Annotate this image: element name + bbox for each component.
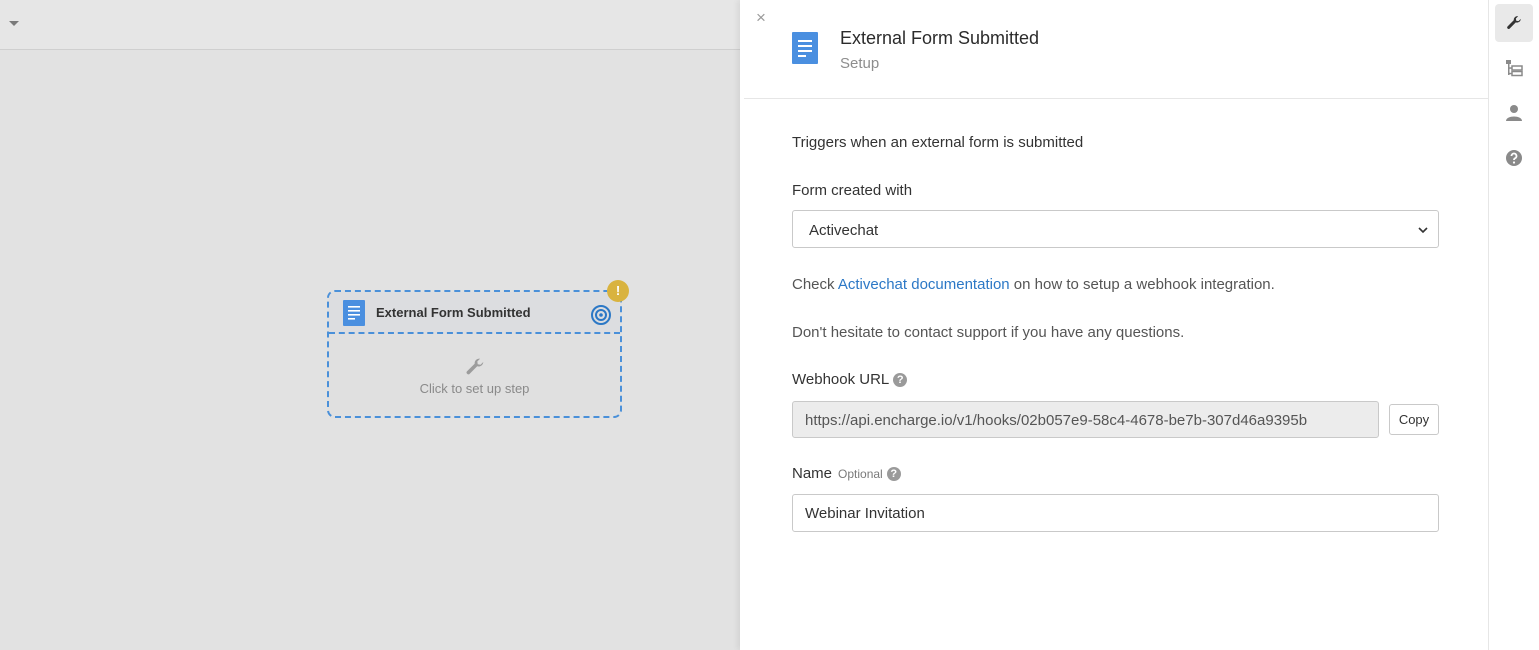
copy-button[interactable]: Copy xyxy=(1389,404,1439,435)
documentation-link[interactable]: Activechat documentation xyxy=(838,276,1010,293)
name-field[interactable]: Webinar Invitation xyxy=(792,494,1439,532)
help-icon xyxy=(1506,150,1522,166)
step-card[interactable]: External Form Submitted ! Click to set u… xyxy=(327,280,629,418)
trigger-description: Triggers when an external form is submit… xyxy=(792,134,1084,151)
rail-settings-button[interactable] xyxy=(1495,4,1533,42)
rail-user-button[interactable] xyxy=(1495,94,1533,132)
help-icon[interactable]: ? xyxy=(893,373,908,387)
webhook-url-label: Webhook URL? xyxy=(792,371,908,388)
tree-icon xyxy=(1506,60,1523,77)
right-icon-rail xyxy=(1488,0,1539,650)
rail-help-button[interactable] xyxy=(1495,139,1533,177)
document-icon xyxy=(792,32,818,64)
documentation-text: Check Activechat documentation on how to… xyxy=(792,276,1275,293)
wrench-icon xyxy=(1507,16,1521,29)
support-text: Don't hesitate to contact support if you… xyxy=(792,324,1185,341)
form-provider-selected: Activechat xyxy=(809,222,879,239)
canvas-toolbar xyxy=(0,0,740,50)
name-label: Name Optional? xyxy=(792,465,901,482)
document-icon xyxy=(343,300,365,326)
rail-tree-button[interactable] xyxy=(1495,49,1533,87)
documentation-suffix: on how to setup a webhook integration. xyxy=(1009,276,1275,293)
name-label-text: Name xyxy=(792,465,833,482)
step-setup-label: Click to set up step xyxy=(419,381,530,396)
warning-icon: ! xyxy=(607,280,629,302)
chevron-down-icon xyxy=(1418,227,1428,234)
documentation-prefix: Check xyxy=(792,276,838,293)
form-provider-select[interactable]: Activechat xyxy=(792,210,1439,248)
divider xyxy=(744,98,1488,99)
webhook-url-label-text: Webhook URL xyxy=(792,371,890,388)
target-icon[interactable] xyxy=(590,304,612,326)
close-button[interactable]: × xyxy=(752,9,770,27)
help-icon[interactable]: ? xyxy=(886,467,901,481)
workflow-canvas[interactable]: External Form Submitted ! Click to set u… xyxy=(0,0,740,650)
step-settings-panel: × External Form Submitted Setup Triggers… xyxy=(740,0,1488,650)
panel-title: External Form Submitted xyxy=(840,28,1040,48)
caret-down-icon[interactable] xyxy=(9,21,19,26)
step-title: External Form Submitted xyxy=(376,305,531,320)
user-icon xyxy=(1506,105,1522,121)
optional-label: Optional xyxy=(838,467,883,481)
step-header[interactable]: External Form Submitted xyxy=(329,292,620,334)
panel-subtitle: Setup xyxy=(840,55,880,72)
wrench-icon xyxy=(466,358,484,375)
webhook-url-field[interactable]: https://api.encharge.io/v1/hooks/02b057e… xyxy=(792,401,1379,438)
form-created-with-label: Form created with xyxy=(792,182,913,199)
